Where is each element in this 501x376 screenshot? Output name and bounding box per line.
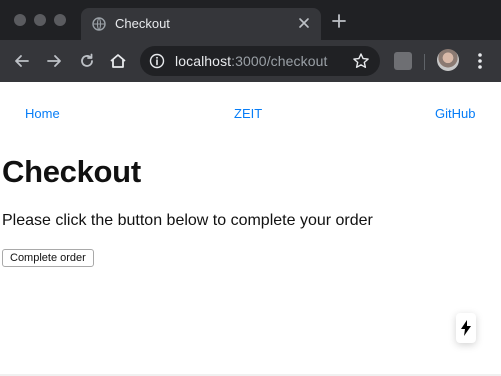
star-icon[interactable] — [352, 52, 370, 70]
reload-icon[interactable] — [77, 51, 97, 71]
nav-github-link[interactable]: GitHub — [435, 106, 475, 121]
url-host: localhost — [175, 53, 232, 69]
window-zoom-dot[interactable] — [54, 14, 66, 26]
tab-checkout[interactable]: Checkout — [81, 8, 321, 40]
lightning-icon — [461, 320, 471, 336]
window-close-dot[interactable] — [14, 14, 26, 26]
address-bar[interactable]: localhost:3000/checkout — [140, 46, 380, 76]
avatar[interactable] — [437, 49, 459, 71]
page-instructions: Please click the button below to complet… — [2, 212, 373, 229]
extension-icon[interactable] — [394, 52, 412, 70]
page-content: Home ZEIT GitHub Checkout Please click t… — [0, 82, 501, 376]
plus-icon[interactable] — [330, 12, 348, 30]
close-icon[interactable] — [295, 14, 313, 32]
window-minimize-dot[interactable] — [34, 14, 46, 26]
url-path: :3000/checkout — [231, 53, 328, 69]
nav-zeit-link[interactable]: ZEIT — [234, 106, 262, 121]
toolbar-divider — [424, 54, 425, 70]
complete-order-button[interactable]: Complete order — [2, 249, 94, 267]
tab-strip: Checkout — [0, 0, 501, 40]
info-icon[interactable] — [149, 53, 165, 69]
globe-icon — [92, 17, 106, 31]
build-indicator[interactable] — [456, 313, 476, 343]
browser-chrome: Checkout localhost:3000/checkout — [0, 0, 501, 82]
page-title: Checkout — [2, 154, 141, 189]
nav-home-link[interactable]: Home — [25, 106, 60, 121]
browser-toolbar: localhost:3000/checkout — [0, 40, 501, 82]
back-arrow-icon[interactable] — [12, 51, 32, 71]
url-text[interactable]: localhost:3000/checkout — [175, 53, 328, 69]
kebab-menu-icon[interactable] — [472, 51, 488, 71]
tab-title: Checkout — [115, 16, 170, 31]
home-icon[interactable] — [108, 51, 128, 71]
forward-arrow-icon[interactable] — [44, 51, 64, 71]
